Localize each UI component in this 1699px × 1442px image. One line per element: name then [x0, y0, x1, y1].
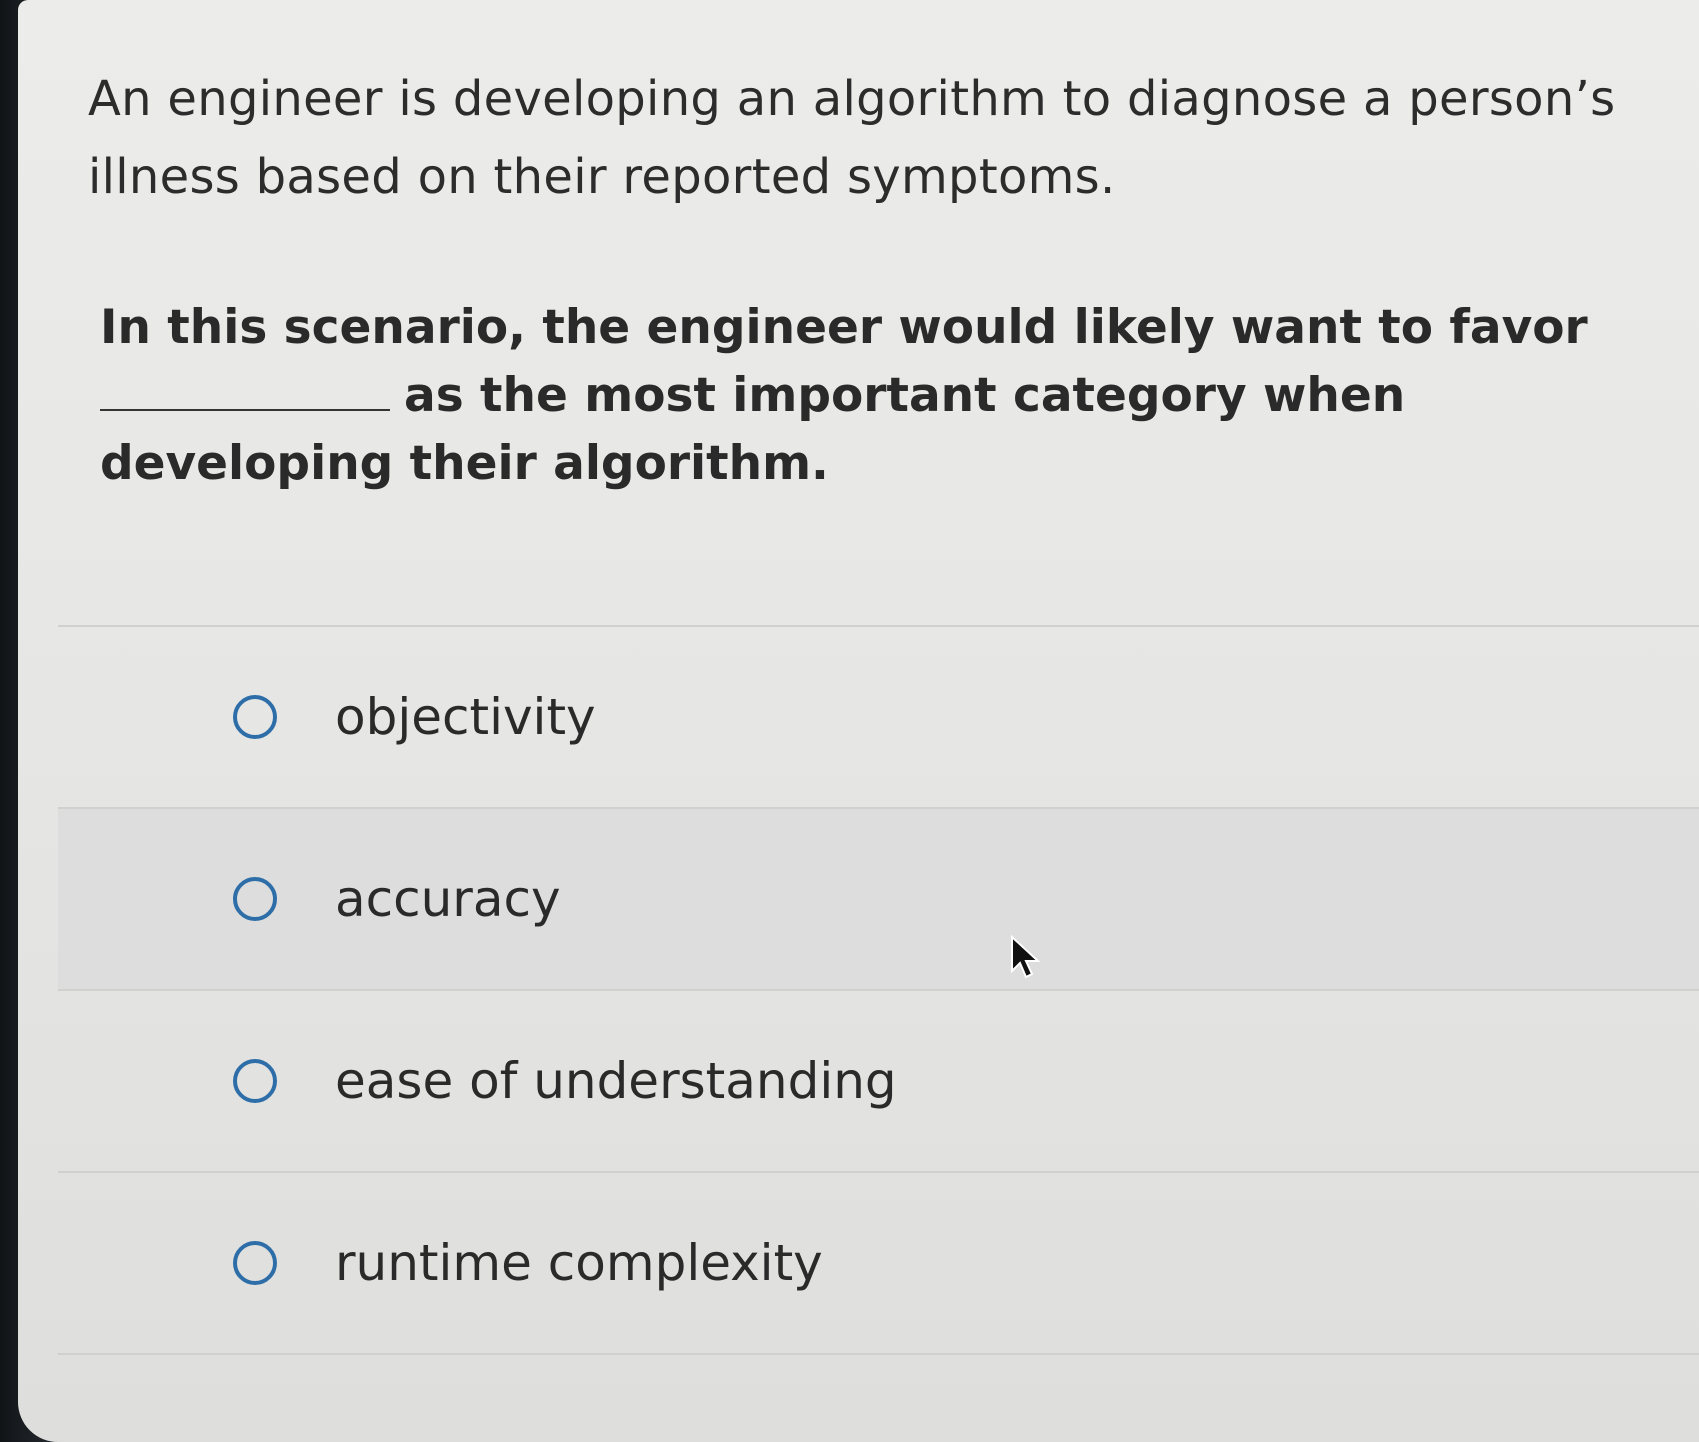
option-label: accuracy	[335, 870, 561, 928]
question-screen: An engineer is developing an algorithm t…	[18, 0, 1699, 1442]
answer-option-accuracy[interactable]: accuracy	[58, 807, 1699, 989]
radio-button-icon[interactable]	[233, 1241, 277, 1285]
question-block: An engineer is developing an algorithm t…	[88, 60, 1628, 498]
option-label: ease of understanding	[335, 1052, 897, 1110]
answer-option-ease-of-understanding[interactable]: ease of understanding	[58, 989, 1699, 1171]
answer-option-runtime-complexity[interactable]: runtime complexity	[58, 1171, 1699, 1355]
fill-in-blank	[100, 408, 390, 411]
answer-option-objectivity[interactable]: objectivity	[58, 625, 1699, 807]
option-label: runtime complexity	[335, 1234, 823, 1292]
option-label: objectivity	[335, 688, 596, 746]
answer-options: objectivity accuracy ease of understandi…	[58, 625, 1699, 1355]
radio-button-icon[interactable]	[233, 877, 277, 921]
mouse-pointer-icon	[1011, 935, 1041, 979]
question-prompt: In this scenario, the engineer would lik…	[100, 294, 1628, 498]
radio-button-icon[interactable]	[233, 695, 277, 739]
radio-button-icon[interactable]	[233, 1059, 277, 1103]
prompt-start: In this scenario, the engineer would lik…	[100, 300, 1588, 355]
question-intro: An engineer is developing an algorithm t…	[88, 71, 1616, 205]
prompt-end: as the most important category when deve…	[100, 368, 1406, 491]
